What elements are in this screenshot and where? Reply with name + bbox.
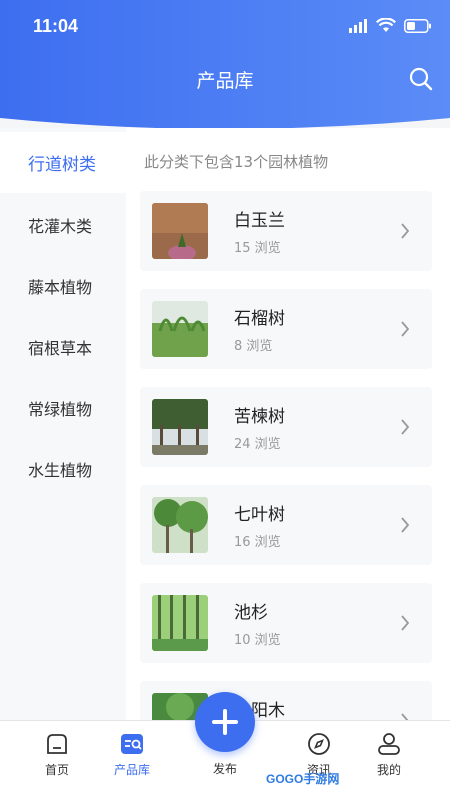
sidebar-item-label: 花灌木类 <box>28 216 93 236</box>
home-icon <box>47 734 67 754</box>
chevron-right-icon <box>401 615 410 631</box>
status-icons <box>348 18 432 33</box>
product-thumbnail <box>152 497 208 553</box>
tab-news[interactable]: 资讯 <box>284 721 354 800</box>
category-sidebar: 行道树类 花灌木类 藤本植物 宿根草本 常绿植物 水生植物 <box>0 128 126 720</box>
product-thumbnail <box>152 595 208 651</box>
category-summary: 此分类下包含13个园林植物 <box>144 153 329 171</box>
product-views: 16 浏览 <box>234 535 281 550</box>
tab-home[interactable]: 首页 <box>22 721 92 800</box>
profile-icon <box>378 733 400 755</box>
battery-icon <box>404 18 431 33</box>
product-views: 15 浏览 <box>234 241 281 256</box>
product-views: 10 浏览 <box>234 633 281 648</box>
tab-label: 产品库 <box>113 763 150 777</box>
search-icon[interactable] <box>408 66 434 92</box>
watermark-logo: GOGO手游网 <box>266 772 340 786</box>
product-name: 白玉兰 <box>234 211 285 231</box>
product-views: 24 浏览 <box>234 437 281 452</box>
signal-icon <box>349 18 367 33</box>
chevron-right-icon <box>401 223 410 239</box>
compass-icon <box>308 733 330 755</box>
chevron-right-icon <box>401 419 410 435</box>
chevron-right-icon <box>401 517 410 533</box>
product-name: 池杉 <box>234 603 268 623</box>
sidebar-item-aquatic-plants[interactable]: 水生植物 <box>0 438 126 499</box>
product-name: 七叶树 <box>234 505 285 525</box>
product-name: 石榴树 <box>234 309 285 329</box>
sidebar-item-label: 宿根草本 <box>28 338 93 358</box>
sidebar-item-vines[interactable]: 藤本植物 <box>0 255 126 316</box>
tab-profile[interactable]: 我的 <box>354 721 424 800</box>
sidebar-item-evergreens[interactable]: 常绿植物 <box>0 377 126 438</box>
header: 11:04 产品库 <box>0 0 450 140</box>
sidebar-item-label: 藤本植物 <box>28 277 93 297</box>
product-list-panel: 此分类下包含13个园林植物 白玉兰 15 浏览 石榴树 8 浏览 苦楝树 24 … <box>126 128 450 761</box>
chevron-right-icon <box>401 321 410 337</box>
product-thumbnail <box>152 203 208 259</box>
plus-icon <box>212 709 238 735</box>
page-title: 产品库 <box>196 70 254 92</box>
product-thumbnail <box>152 301 208 357</box>
publish-button[interactable] <box>195 692 255 752</box>
sidebar-item-flowering-shrubs[interactable]: 花灌木类 <box>0 194 126 255</box>
status-bar: 11:04 <box>0 0 450 54</box>
sidebar-item-street-trees[interactable]: 行道树类 <box>0 132 126 193</box>
tab-product-library[interactable]: 产品库 <box>97 721 167 800</box>
product-views: 8 浏览 <box>234 339 273 354</box>
publish-label: 发布 <box>212 762 237 776</box>
sidebar-item-label: 水生植物 <box>28 460 93 480</box>
tab-label: 我的 <box>376 763 401 777</box>
app-screen: 11:04 产品库 行道树类 花灌木类 藤本植物 宿根草本 常绿植物 水生植物 … <box>0 0 450 800</box>
product-card[interactable]: 七叶树 16 浏览 <box>140 485 432 565</box>
product-thumbnail <box>152 399 208 455</box>
product-card[interactable]: 苦楝树 24 浏览 <box>140 387 432 467</box>
sidebar-item-label: 行道树类 <box>28 155 96 175</box>
status-time: 11:04 <box>33 16 79 36</box>
sidebar-item-perennials[interactable]: 宿根草本 <box>0 316 126 377</box>
sidebar-item-label: 常绿植物 <box>28 399 93 419</box>
tab-label: 首页 <box>44 763 69 777</box>
product-library-icon <box>121 734 143 754</box>
product-card[interactable]: 池杉 10 浏览 <box>140 583 432 663</box>
wifi-icon <box>376 18 396 32</box>
product-card[interactable]: 石榴树 8 浏览 <box>140 289 432 369</box>
product-card[interactable]: 白玉兰 15 浏览 <box>140 191 432 271</box>
product-name: 苦楝树 <box>234 407 285 427</box>
